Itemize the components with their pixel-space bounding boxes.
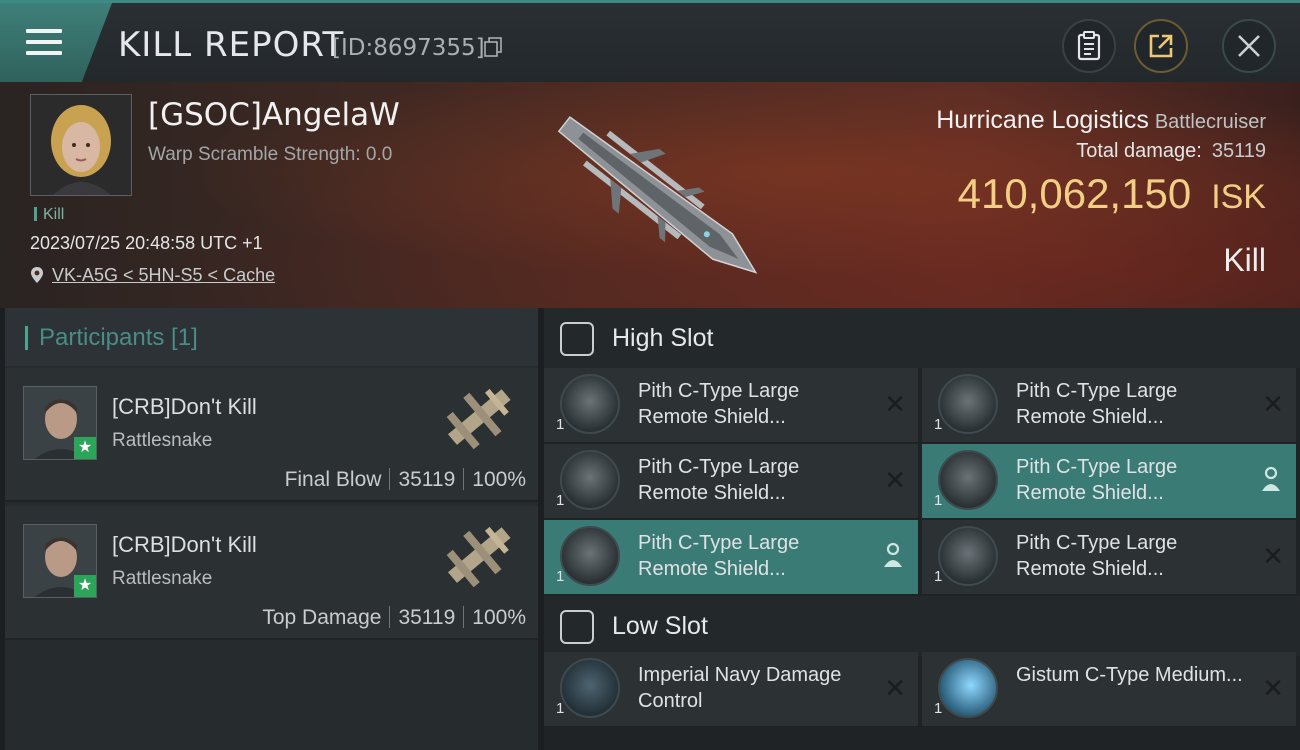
ship-class: Battlecruiser <box>1154 111 1266 133</box>
participant-name[interactable]: [CRB]Don't Kill <box>112 532 257 558</box>
share-icon <box>1149 34 1173 58</box>
participant-role: Final Blow <box>284 468 382 491</box>
fitting-panel: High Slot 1 Pith C-Type Large Remote Shi… <box>544 308 1300 750</box>
destroyed-icon: ✕ <box>1262 674 1284 704</box>
menu-button[interactable] <box>0 3 112 85</box>
participant-stats: Final Blow 35119 100% <box>285 468 526 492</box>
shield-booster-icon <box>938 658 998 718</box>
shield-module-icon <box>938 374 998 434</box>
result-label: Kill <box>1223 242 1266 278</box>
module-name: Pith C-Type Large Remote Shield... <box>1016 532 1178 580</box>
destroyed-icon: ✕ <box>1262 542 1284 572</box>
participant-damage: 35119 <box>398 606 456 629</box>
damage-control-icon <box>560 658 620 718</box>
destroyed-icon: ✕ <box>884 674 906 704</box>
participant-ship-image <box>446 526 511 588</box>
close-button[interactable] <box>1222 19 1276 73</box>
isk-value: 410,062,150 ISK <box>957 170 1266 217</box>
person-icon <box>1262 466 1280 491</box>
destroyed-icon: ✕ <box>884 466 906 496</box>
module-name: Pith C-Type Large Remote Shield... <box>1016 380 1178 428</box>
clipboard-button[interactable] <box>1062 19 1116 73</box>
ship-name[interactable]: Hurricane Logistics Battlecruiser <box>936 106 1266 135</box>
ship-image <box>557 116 758 274</box>
participants-title: Participants [1] <box>39 324 198 351</box>
copy-icon[interactable] <box>484 37 502 57</box>
participant-ship: Rattlesnake <box>112 430 213 451</box>
module-quantity: 1 <box>556 700 565 717</box>
module-name: Pith C-Type Large Remote Shield... <box>638 456 800 504</box>
total-damage: Total damage: 35119 <box>1076 140 1266 162</box>
page-title: KILL REPORT <box>118 25 345 65</box>
high-slot-header: High Slot <box>544 308 1300 368</box>
participant-ship-image <box>446 388 511 450</box>
module-quantity: 1 <box>934 492 943 509</box>
destroyed-icon: ✕ <box>884 390 906 420</box>
shield-module-icon <box>560 450 620 510</box>
participant-ship: Rattlesnake <box>112 568 213 589</box>
person-icon <box>884 542 902 567</box>
kill-tag: Kill <box>34 206 64 224</box>
module-name: Pith C-Type Large Remote Shield... <box>1016 456 1178 504</box>
module-item[interactable]: 1 Imperial Navy Damage Control ✕ <box>544 652 918 726</box>
victim-portrait[interactable] <box>30 94 132 196</box>
kill-summary: [GSOC]AngelaW Warp Scramble Strength: 0.… <box>0 82 1300 308</box>
module-item[interactable]: 1 Pith C-Type Large Remote Shield... ✕ <box>922 520 1296 594</box>
shield-module-icon <box>938 526 998 586</box>
top-bar: KILL REPORT [ID:8697355] <box>0 0 1300 85</box>
shield-module-icon <box>560 374 620 434</box>
module-name: Pith C-Type Large Remote Shield... <box>638 380 800 428</box>
module-quantity: 1 <box>556 416 565 433</box>
warp-scramble-strength: Warp Scramble Strength: 0.0 <box>148 144 393 165</box>
kill-id: [ID:8697355] <box>332 35 485 61</box>
destroyed-icon: ✕ <box>1262 390 1284 420</box>
module-quantity: 1 <box>934 568 943 585</box>
low-slot-icon <box>560 610 594 644</box>
hamburger-icon <box>26 29 62 57</box>
location-link[interactable]: VK-A5G < 5HN-S5 < Cache <box>52 265 275 285</box>
participant-row[interactable]: ★ [CRB]Don't Kill Rattlesnake Final Blow… <box>5 368 538 502</box>
module-item[interactable]: 1 Pith C-Type Large Remote Shield... ✕ <box>922 368 1296 442</box>
module-quantity: 1 <box>934 700 943 717</box>
kill-location[interactable]: VK-A5G < 5HN-S5 < Cache <box>30 265 275 286</box>
module-name: Imperial Navy Damage Control <box>638 664 842 712</box>
participant-row[interactable]: ★ [CRB]Don't Kill Rattlesnake Top Damage… <box>5 506 538 640</box>
participant-percent: 100% <box>472 468 526 491</box>
module-item[interactable]: 1 Pith C-Type Large Remote Shield... ✕ <box>544 368 918 442</box>
participant-percent: 100% <box>472 606 526 629</box>
share-button[interactable] <box>1134 19 1188 73</box>
star-icon: ★ <box>74 437 96 459</box>
high-slot-label: High Slot <box>612 324 714 352</box>
close-icon <box>1238 35 1260 57</box>
participant-name[interactable]: [CRB]Don't Kill <box>112 394 257 420</box>
high-slot-icon <box>560 322 594 356</box>
module-item[interactable]: 1 Pith C-Type Large Remote Shield... ✕ <box>544 444 918 518</box>
location-pin-icon <box>31 267 43 283</box>
low-slot-header: Low Slot <box>544 596 1300 656</box>
module-item[interactable]: 1 Pith C-Type Large Remote Shield... <box>544 520 918 594</box>
participants-header: Participants [1] <box>5 308 538 366</box>
victim-name[interactable]: [GSOC]AngelaW <box>148 97 400 133</box>
module-name: Gistum C-Type Medium... <box>1016 664 1243 686</box>
module-quantity: 1 <box>556 568 565 585</box>
low-slot-label: Low Slot <box>612 612 708 640</box>
module-item[interactable]: 1 Gistum C-Type Medium... ✕ <box>922 652 1296 726</box>
clipboard-icon <box>1077 31 1101 61</box>
participants-panel: Participants [1] ★ [CRB]Don't Kill Rattl… <box>5 308 538 750</box>
module-item[interactable]: 1 Pith C-Type Large Remote Shield... <box>922 444 1296 518</box>
module-quantity: 1 <box>934 416 943 433</box>
module-quantity: 1 <box>556 492 565 509</box>
shield-module-icon <box>560 526 620 586</box>
star-icon: ★ <box>74 575 96 597</box>
module-name: Pith C-Type Large Remote Shield... <box>638 532 800 580</box>
avatar: ★ <box>23 524 97 598</box>
avatar: ★ <box>23 386 97 460</box>
participant-stats: Top Damage 35119 100% <box>262 606 526 630</box>
participant-damage: 35119 <box>398 468 456 491</box>
participant-role: Top Damage <box>262 606 382 629</box>
kill-timestamp: 2023/07/25 20:48:58 UTC +1 <box>30 233 263 253</box>
shield-module-icon <box>938 450 998 510</box>
